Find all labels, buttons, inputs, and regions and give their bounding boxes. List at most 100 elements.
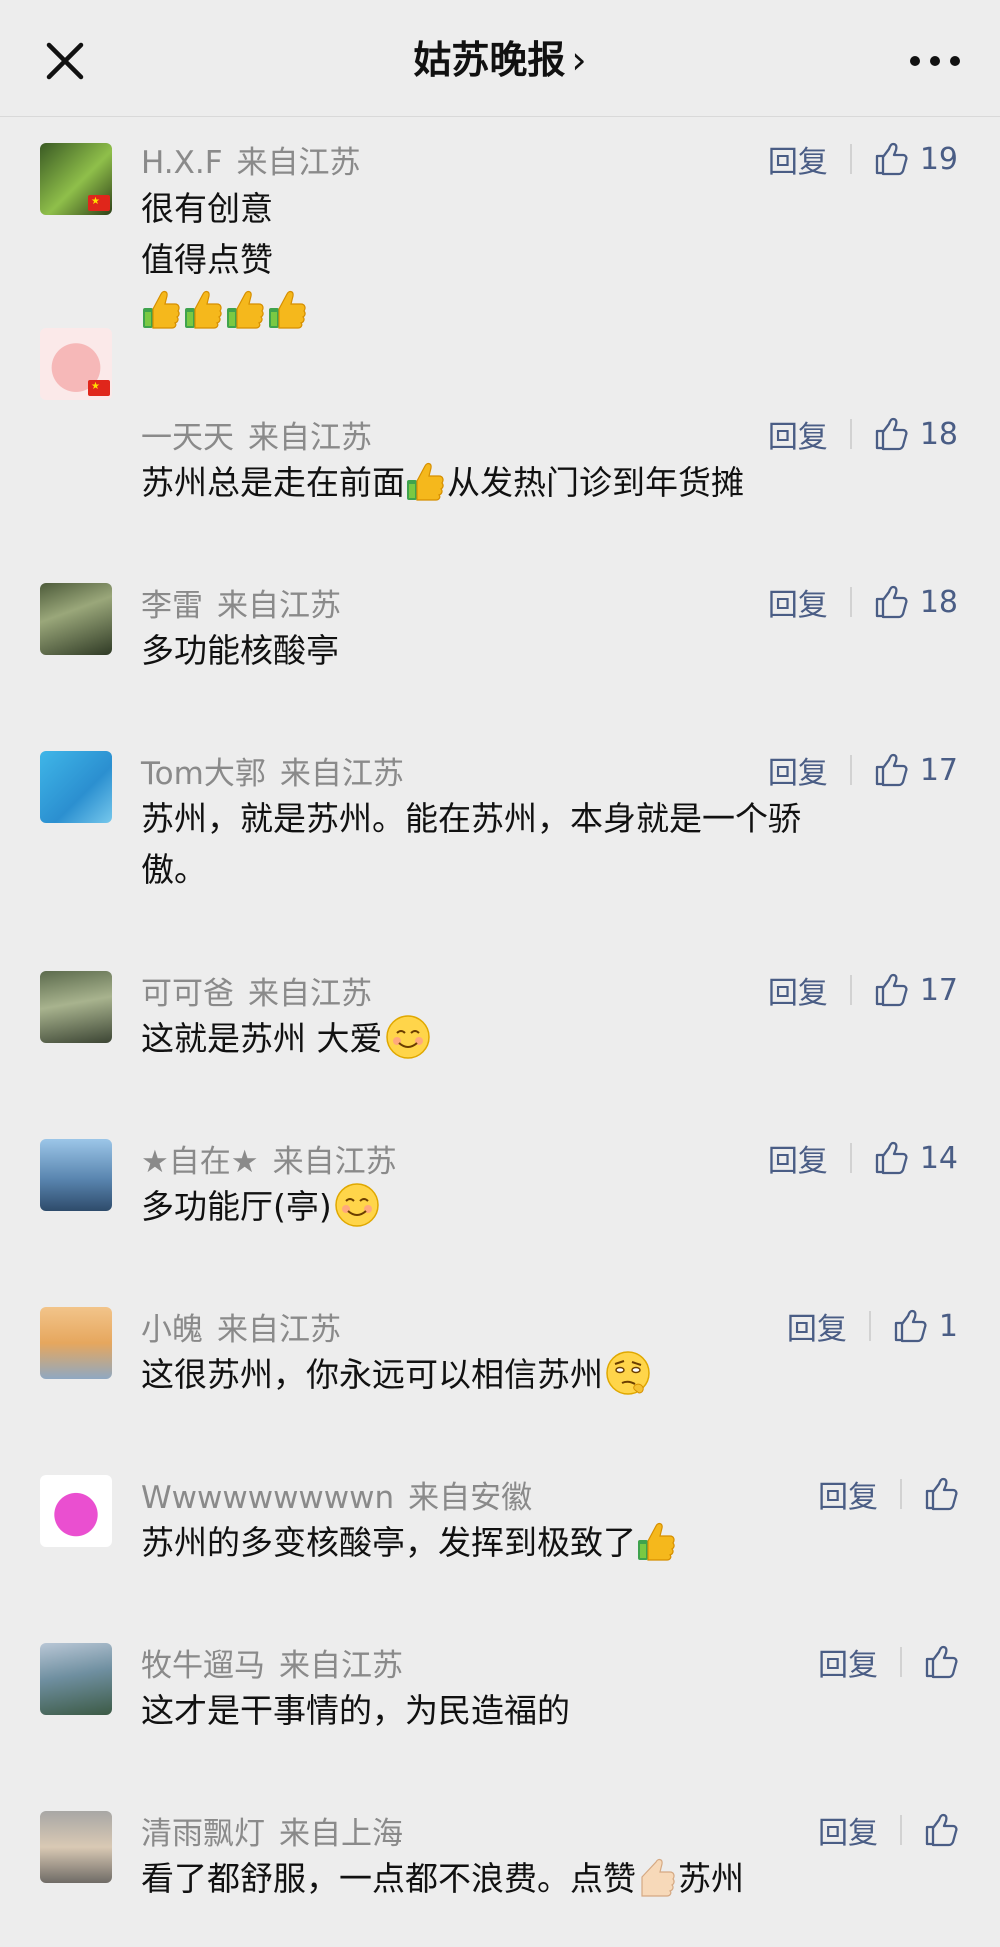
avatar[interactable] bbox=[40, 971, 112, 1043]
username[interactable]: 李雷 bbox=[141, 588, 203, 624]
like-button[interactable]: 17 bbox=[874, 753, 958, 788]
reply-button[interactable]: 回复 bbox=[768, 412, 828, 456]
avatar[interactable] bbox=[40, 583, 112, 655]
avatar[interactable] bbox=[40, 1811, 112, 1883]
like-button[interactable]: 14 bbox=[874, 1141, 958, 1176]
like-count: 17 bbox=[919, 972, 958, 1008]
like-button[interactable]: 18 bbox=[874, 417, 958, 452]
comment-text-part: 这就是苏州 大爱 bbox=[141, 1019, 383, 1058]
comment-actions: 回复 bbox=[818, 1808, 958, 1852]
reply-button[interactable]: 回复 bbox=[818, 1808, 878, 1852]
reply-button[interactable]: 回复 bbox=[818, 1640, 878, 1684]
like-count: 18 bbox=[919, 584, 958, 620]
location: 来自江苏 bbox=[248, 976, 372, 1012]
avatar[interactable] bbox=[40, 751, 112, 823]
username[interactable]: Tom大郭 bbox=[141, 756, 266, 792]
comment-text-part: 苏州的多变核酸亭，发挥到极致了 bbox=[141, 1523, 636, 1562]
like-count: 19 bbox=[919, 141, 958, 177]
comment-meta: 小魄 来自江苏 bbox=[141, 1304, 341, 1349]
thumb-up-outline-icon bbox=[874, 1141, 908, 1175]
divider bbox=[849, 975, 852, 1005]
like-button[interactable]: 19 bbox=[874, 142, 958, 177]
username[interactable]: 牧牛遛马 bbox=[141, 1648, 265, 1684]
avatar[interactable] bbox=[40, 1643, 112, 1715]
comment-actions: 回复 18 bbox=[768, 580, 958, 624]
avatar[interactable] bbox=[40, 1307, 112, 1379]
page-title[interactable]: 姑苏晚报 › bbox=[0, 0, 1000, 116]
reply-button[interactable]: 回复 bbox=[818, 1472, 878, 1516]
divider bbox=[900, 1815, 902, 1845]
china-flag-icon bbox=[88, 380, 110, 396]
comment-actions: 回复 bbox=[818, 1472, 958, 1516]
thumbs-up-light-emoji bbox=[636, 1856, 676, 1898]
username[interactable]: 一天天 bbox=[141, 420, 234, 456]
comment-meta: Tom大郭 来自江苏 bbox=[141, 748, 404, 793]
location: 来自安徽 bbox=[408, 1480, 533, 1516]
location: 来自江苏 bbox=[279, 1648, 403, 1684]
location: 来自上海 bbox=[279, 1816, 403, 1852]
comment-text: 这很苏州，你永远可以相信苏州 bbox=[141, 1349, 941, 1400]
emoji-row bbox=[141, 285, 941, 336]
comment-actions: 回复 17 bbox=[768, 968, 958, 1012]
avatar[interactable] bbox=[40, 1139, 112, 1211]
reply-button[interactable]: 回复 bbox=[768, 748, 828, 792]
comment-line: 苏州，就是苏州。能在苏州，本身就是一个骄 bbox=[141, 799, 801, 838]
like-count: 18 bbox=[919, 416, 958, 452]
username[interactable]: 清雨飘灯 bbox=[141, 1816, 265, 1852]
thumb-up-outline-icon bbox=[874, 973, 908, 1007]
comment-meta: 李雷 来自江苏 bbox=[141, 580, 341, 625]
divider bbox=[849, 144, 852, 174]
username[interactable]: ★自在★ bbox=[141, 1144, 259, 1180]
comment-text-part: 多功能厅(亭) bbox=[141, 1187, 332, 1226]
comment-meta: H.X.F 来自江苏 bbox=[141, 137, 361, 182]
like-button[interactable] bbox=[924, 1645, 958, 1679]
reply-button[interactable]: 回复 bbox=[768, 580, 828, 624]
china-flag-icon bbox=[88, 195, 110, 211]
thumbs-up-emoji bbox=[225, 288, 265, 330]
divider bbox=[849, 1143, 852, 1173]
like-button[interactable]: 1 bbox=[893, 1309, 958, 1344]
reply-button[interactable]: 回复 bbox=[768, 137, 828, 181]
location: 来自江苏 bbox=[279, 756, 404, 792]
reply-button[interactable]: 回复 bbox=[768, 1136, 828, 1180]
username[interactable]: 小魄 bbox=[141, 1312, 203, 1348]
reply-button[interactable]: 回复 bbox=[787, 1304, 847, 1348]
thumb-up-outline-icon bbox=[924, 1477, 958, 1511]
divider bbox=[849, 419, 852, 449]
comment-meta: ★自在★ 来自江苏 bbox=[141, 1136, 397, 1181]
like-button[interactable]: 17 bbox=[874, 973, 958, 1008]
raised-eyebrow-emoji bbox=[605, 1350, 651, 1396]
reply-button[interactable]: 回复 bbox=[768, 968, 828, 1012]
like-button[interactable] bbox=[924, 1477, 958, 1511]
comment-text: 苏州总是走在前面 从发热门诊到年货摊 bbox=[141, 457, 941, 508]
divider bbox=[849, 755, 852, 785]
comment-text: 多功能厅(亭) bbox=[141, 1181, 941, 1232]
thumbs-up-emoji bbox=[636, 1520, 676, 1562]
comment-meta: 一天天 来自江苏 bbox=[141, 412, 372, 457]
thumbs-up-emoji bbox=[183, 288, 223, 330]
like-count: 1 bbox=[938, 1308, 958, 1344]
avatar[interactable] bbox=[40, 1475, 112, 1547]
comment-actions: 回复 bbox=[818, 1640, 958, 1684]
username[interactable]: H.X.F bbox=[141, 145, 223, 181]
username[interactable]: Wwwwwwwwwn bbox=[141, 1480, 394, 1516]
thumbs-up-emoji bbox=[141, 288, 181, 330]
more-dots-icon[interactable] bbox=[905, 46, 965, 76]
divider bbox=[900, 1479, 902, 1509]
comment-meta: 牧牛遛马 来自江苏 bbox=[141, 1640, 403, 1685]
username[interactable]: 可可爸 bbox=[141, 976, 234, 1012]
divider bbox=[849, 587, 852, 617]
thumb-up-outline-icon bbox=[874, 753, 908, 787]
comment-text: 很有创意 值得点赞 bbox=[141, 183, 941, 336]
thumb-up-outline-icon bbox=[924, 1645, 958, 1679]
comment-meta: 清雨飘灯 来自上海 bbox=[141, 1808, 403, 1853]
comment-actions: 回复 14 bbox=[768, 1136, 958, 1180]
comment-text-part: 苏州总是走在前面 bbox=[141, 463, 405, 502]
comment-actions: 回复 17 bbox=[768, 748, 958, 792]
comment-text-part: 从发热门诊到年货摊 bbox=[447, 463, 744, 502]
like-button[interactable] bbox=[924, 1813, 958, 1847]
like-button[interactable]: 18 bbox=[874, 585, 958, 620]
divider bbox=[868, 1311, 871, 1341]
location: 来自江苏 bbox=[272, 1144, 397, 1180]
comment-text-part: 这很苏州，你永远可以相信苏州 bbox=[141, 1355, 603, 1394]
